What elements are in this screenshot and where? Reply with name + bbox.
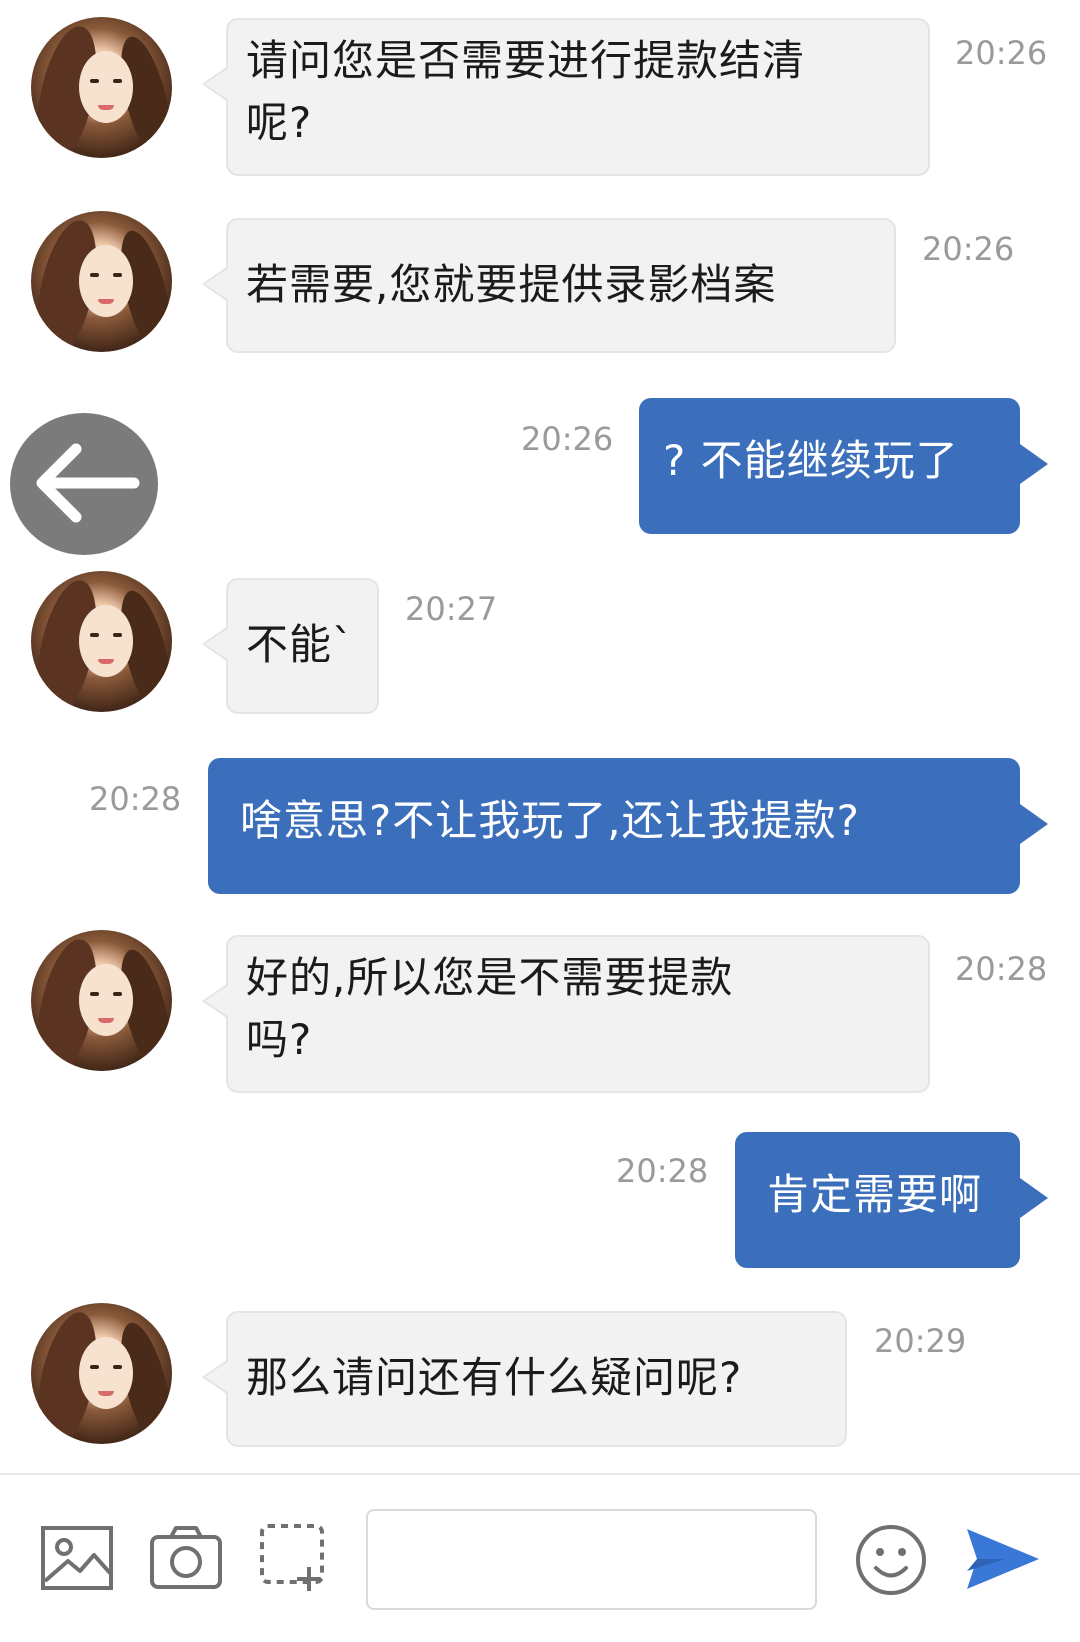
message-timestamp: 20:26 bbox=[521, 420, 614, 458]
camera-icon[interactable] bbox=[149, 1525, 223, 1595]
message-bubble-outgoing[interactable]: ? 不能继续玩了 bbox=[639, 398, 1048, 534]
message-bubble-incoming[interactable]: 请问您是否需要进行提款结清 呢? bbox=[202, 18, 930, 176]
back-arrow-icon bbox=[36, 443, 140, 523]
agent-avatar[interactable] bbox=[31, 211, 172, 352]
message-bubble-incoming[interactable]: 好的,所以您是不需要提款 吗? bbox=[202, 935, 930, 1093]
message-line: 若需要,您就要提供录影档案 bbox=[246, 260, 777, 309]
agent-avatar[interactable] bbox=[31, 930, 172, 1071]
agent-avatar[interactable] bbox=[31, 1303, 172, 1444]
message-timestamp: 20:28 bbox=[616, 1152, 709, 1190]
message-timestamp: 20:26 bbox=[955, 34, 1048, 72]
message-line: 啥意思?不让我玩了,还让我提款? bbox=[240, 796, 860, 845]
message-line: 那么请问还有什么疑问呢? bbox=[246, 1353, 743, 1402]
message-line: ? 不能继续玩了 bbox=[663, 436, 959, 485]
message-bubble-incoming[interactable]: 那么请问还有什么疑问呢? bbox=[202, 1311, 847, 1447]
message-timestamp: 20:28 bbox=[955, 950, 1048, 988]
message-line: 肯定需要啊 bbox=[767, 1170, 983, 1219]
message-timestamp: 20:28 bbox=[89, 780, 182, 818]
screenshot-icon[interactable] bbox=[259, 1523, 329, 1597]
message-timestamp: 20:27 bbox=[405, 590, 498, 628]
emoji-icon[interactable] bbox=[854, 1523, 928, 1601]
message-bubble-outgoing[interactable]: 肯定需要啊 bbox=[735, 1132, 1048, 1268]
message-timestamp: 20:29 bbox=[874, 1322, 967, 1360]
chat-thread[interactable]: 请问您是否需要进行提款结清 呢? 20:26 若需要,您就要提供录影档案 20:… bbox=[0, 0, 1080, 1470]
message-input[interactable] bbox=[366, 1509, 817, 1610]
message-bubble-incoming[interactable]: 不能` bbox=[202, 578, 379, 714]
back-button[interactable] bbox=[10, 413, 158, 555]
image-icon[interactable] bbox=[40, 1525, 114, 1595]
message-line: 好的,所以您是不需要提款 bbox=[246, 953, 734, 1002]
agent-avatar[interactable] bbox=[31, 571, 172, 712]
message-line: 请问您是否需要进行提款结清 bbox=[246, 36, 806, 85]
agent-avatar[interactable] bbox=[31, 17, 172, 158]
message-composer bbox=[0, 1473, 1080, 1642]
send-icon[interactable] bbox=[965, 1527, 1041, 1595]
message-line: 吗? bbox=[246, 1015, 313, 1064]
message-bubble-incoming[interactable]: 若需要,您就要提供录影档案 bbox=[202, 218, 896, 353]
message-line: 不能` bbox=[246, 620, 355, 669]
message-line: 呢? bbox=[246, 98, 313, 147]
message-timestamp: 20:26 bbox=[922, 230, 1015, 268]
message-bubble-outgoing[interactable]: 啥意思?不让我玩了,还让我提款? bbox=[208, 758, 1048, 894]
